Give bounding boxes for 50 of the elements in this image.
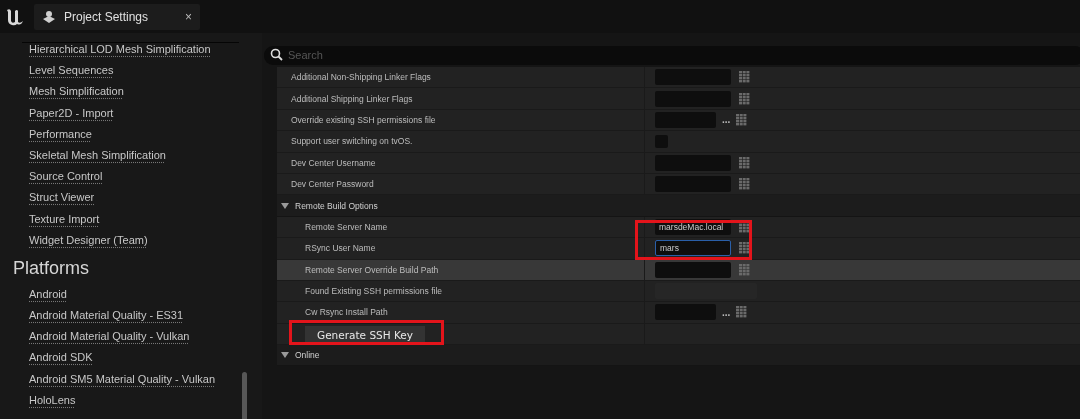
sidebar-link[interactable]: Texture Import [29,208,100,230]
grid-icon[interactable] [739,156,750,169]
sidebar-link[interactable]: Widget Designer (Team) [29,229,148,251]
project-settings-tab[interactable]: Project Settings × [34,3,200,30]
close-button[interactable]: × [185,9,192,24]
sidebar-link[interactable]: Android [29,283,67,306]
sidebar-link[interactable]: Android Material Quality - ES31 [29,305,184,327]
property-label: Override existing SSH permissions file [291,114,436,125]
sidebar-link[interactable]: Struct Viewer [29,187,95,209]
browse-button[interactable]: ... [722,307,731,318]
sidebar-link[interactable]: Android SM5 Material Quality - Vulkan [29,368,216,390]
category-heading[interactable]: Remote Build Options [295,200,378,211]
grid-icon[interactable] [736,306,748,319]
text-field[interactable]: mars [655,240,731,257]
sidebar-link[interactable]: Android Material Quality - Vulkan [29,326,190,348]
property-label: Remote Server Name [305,221,388,232]
property-label: Support user switching on tvOS. [291,136,413,147]
sidebar-link[interactable]: HoloLens [29,389,76,411]
grid-icon[interactable] [739,92,750,105]
grid-icon[interactable] [739,242,750,255]
sidebar-link[interactable]: Hierarchical LOD Mesh Simplification [29,39,211,61]
expand-arrow-icon[interactable] [281,202,289,209]
grid-icon[interactable] [739,178,750,191]
settings-icon [42,9,56,24]
sidebar-link[interactable]: Android SDK [29,347,93,369]
browse-button[interactable]: ... [722,114,731,126]
scrollbar[interactable] [242,372,247,419]
text-field[interactable] [655,261,731,278]
sidebar-link[interactable]: Performance [29,123,92,145]
property-label: Remote Server Override Build Path [305,264,439,275]
property-label: Cw Rsync Install Path [305,307,388,318]
sidebar-link[interactable]: Source Control [29,166,103,188]
property-label: Additional Shipping Linker Flags [291,93,413,104]
grid-icon[interactable] [739,71,750,84]
sidebar-link[interactable]: Paper2D - Import [29,102,114,124]
sidebar-link[interactable]: Mesh Simplification [29,81,124,103]
grid-icon[interactable] [736,113,748,126]
property-label: RSync User Name [305,243,376,254]
logo-icon [4,6,26,27]
sidebar-link[interactable]: Skeletal Mesh Simplification [29,144,166,167]
grid-icon[interactable] [739,263,750,276]
category-heading[interactable]: Online [295,350,320,361]
property-label: Dev Center Password [291,179,374,190]
property-label: Dev Center Username [291,157,376,168]
property-label: Found Existing SSH permissions file [305,286,442,297]
expand-arrow-icon[interactable] [281,352,289,359]
property-label: Additional Non-Shipping Linker Flags [291,72,431,83]
search-field[interactable]: Search [264,45,1080,65]
sidebar-link[interactable]: Level Sequences [29,60,114,82]
section-heading: Platforms [13,257,90,279]
